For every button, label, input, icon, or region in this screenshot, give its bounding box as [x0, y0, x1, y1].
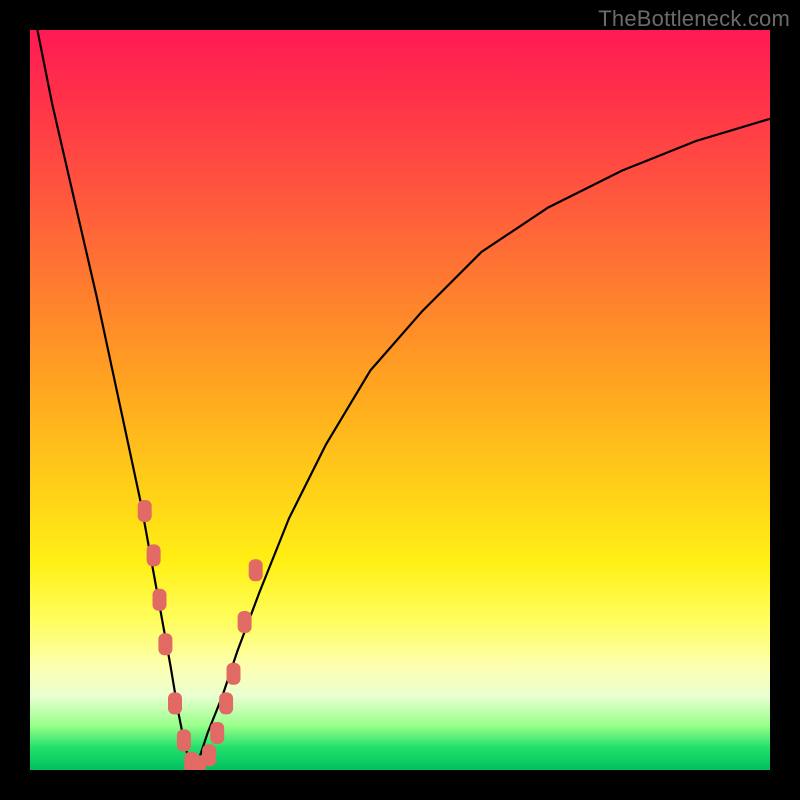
curve-marker	[168, 692, 182, 714]
curve-marker	[219, 692, 233, 714]
curve-marker	[153, 589, 167, 611]
curve-marker	[238, 611, 252, 633]
curve-marker	[147, 544, 161, 566]
curve-marker	[249, 559, 263, 581]
plot-area	[30, 30, 770, 770]
curve-marker	[227, 663, 241, 685]
curve-marker	[210, 722, 224, 744]
curve-marker	[202, 744, 216, 766]
curve-marker	[158, 633, 172, 655]
curve-marker	[177, 729, 191, 751]
watermark-text: TheBottleneck.com	[598, 6, 790, 32]
chart-svg	[30, 30, 770, 770]
curve-marker	[138, 500, 152, 522]
bottleneck-curve	[37, 30, 770, 770]
outer-frame: TheBottleneck.com	[0, 0, 800, 800]
